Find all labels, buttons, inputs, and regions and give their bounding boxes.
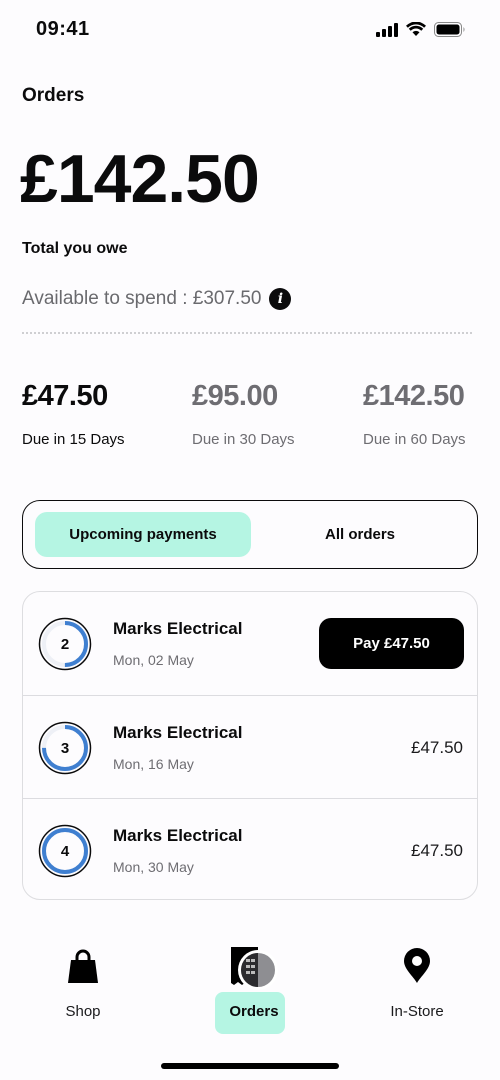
- merchant-name: Marks Electrical: [113, 826, 243, 845]
- nav-label: Shop: [65, 1003, 101, 1020]
- list-item[interactable]: 3 Marks Electrical Mon, 16 May £47.50: [23, 695, 477, 798]
- receipt-icon: [231, 947, 278, 990]
- payment-date: Mon, 02 May: [113, 652, 194, 668]
- due-label: Due in 15 Days: [22, 431, 125, 448]
- due-schedule: £47.50 Due in 15 Days £95.00 Due in 30 D…: [0, 380, 500, 460]
- available-to-spend: Available to spend : £307.50 i: [22, 288, 292, 310]
- page-title: Orders: [22, 85, 85, 106]
- pay-button[interactable]: Pay £47.50: [319, 618, 464, 669]
- bottom-navigation: Shop Orders In-Store: [0, 930, 500, 1040]
- wifi-icon: [406, 22, 426, 36]
- home-indicator[interactable]: [161, 1063, 339, 1069]
- payment-date: Mon, 30 May: [113, 859, 194, 875]
- dotted-divider: [22, 332, 472, 334]
- due-item-30-days: £95.00 Due in 30 Days: [192, 380, 295, 448]
- nav-label: In-Store: [390, 1003, 444, 1020]
- info-icon[interactable]: i: [269, 288, 292, 310]
- orders-tab-switcher: Upcoming payments All orders: [22, 500, 478, 569]
- nav-item-orders[interactable]: Orders: [199, 930, 309, 1035]
- due-amount: £95.00: [192, 380, 278, 412]
- due-item-60-days: £142.50 Due in 60 Days: [363, 380, 466, 448]
- shopping-bag-icon: [68, 949, 98, 983]
- due-label: Due in 30 Days: [192, 431, 295, 448]
- nav-item-shop[interactable]: Shop: [28, 930, 138, 1035]
- status-icons: [376, 22, 466, 37]
- nav-label: Orders: [229, 1003, 279, 1020]
- payment-date: Mon, 16 May: [113, 756, 194, 772]
- list-item[interactable]: 2 Marks Electrical Mon, 02 May Pay £47.5…: [23, 592, 477, 695]
- nav-item-in-store[interactable]: In-Store: [362, 930, 472, 1035]
- list-item[interactable]: 4 Marks Electrical Mon, 30 May £47.50: [23, 798, 477, 899]
- tab-upcoming-payments[interactable]: Upcoming payments: [35, 512, 251, 557]
- tab-all-orders[interactable]: All orders: [255, 512, 465, 557]
- payment-amount: £47.50: [411, 841, 463, 860]
- due-amount: £47.50: [22, 380, 108, 412]
- merchant-name: Marks Electrical: [113, 723, 243, 742]
- total-owed-label: Total you owe: [22, 240, 128, 257]
- upcoming-payments-list: 2 Marks Electrical Mon, 02 May Pay £47.5…: [22, 591, 478, 900]
- battery-icon: [434, 22, 465, 37]
- total-owed-amount: £142.50: [20, 141, 260, 217]
- payment-amount: £47.50: [411, 738, 463, 757]
- cellular-signal-icon: [376, 22, 398, 37]
- installment-number: 4: [60, 842, 70, 860]
- available-to-spend-text: Available to spend : £307.50: [22, 288, 262, 309]
- status-time: 09:41: [36, 18, 90, 40]
- status-bar: 09:41: [0, 0, 500, 60]
- merchant-name: Marks Electrical: [113, 619, 243, 638]
- due-item-15-days: £47.50 Due in 15 Days: [22, 380, 125, 448]
- location-pin-icon: [404, 948, 430, 983]
- due-amount: £142.50: [363, 380, 465, 412]
- installment-number: 3: [60, 739, 70, 757]
- due-label: Due in 60 Days: [363, 431, 466, 448]
- installment-number: 2: [60, 635, 70, 653]
